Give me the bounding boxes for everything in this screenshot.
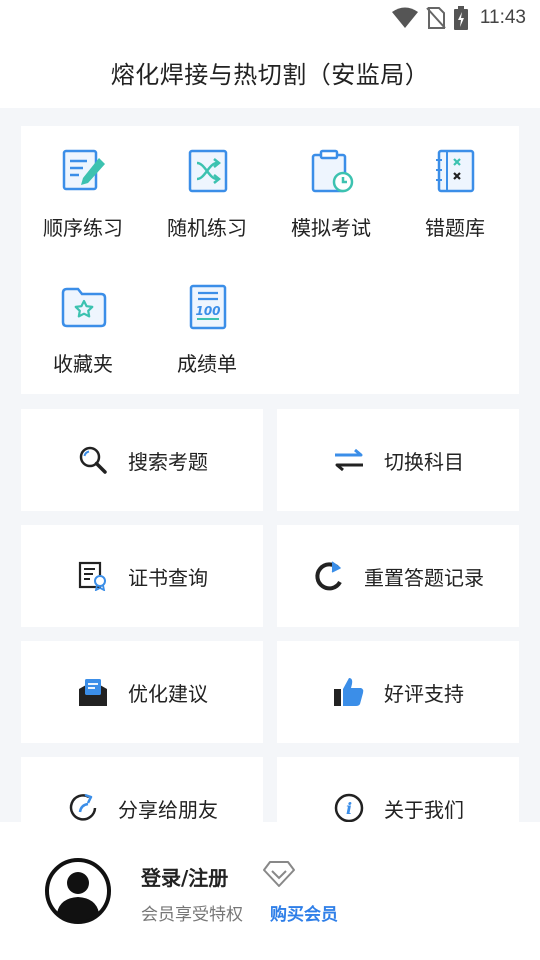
status-icons: 11:43 (391, 6, 526, 30)
certificate-query-button[interactable]: 证书查询 (21, 525, 263, 627)
wifi-icon (391, 7, 418, 28)
rate-support-button[interactable]: 好评支持 (277, 641, 519, 743)
grid-item-label: 收藏夹 (53, 352, 113, 376)
practice-grid: 顺序练习 随机练习 模拟考试 错题库 收藏夹 100 成绩单 (21, 126, 519, 394)
tile-label: 优化建议 (128, 681, 208, 706)
wrong-notebook-icon (436, 149, 475, 193)
switch-subject-button[interactable]: 切换科目 (277, 409, 519, 511)
grid-item-wrong-questions[interactable]: 错题库 (393, 126, 517, 246)
feedback-mail-icon (76, 675, 110, 709)
tile-label: 分享给朋友 (118, 797, 218, 822)
tile-label: 搜索考题 (128, 449, 208, 474)
grid-item-score-sheet[interactable]: 100 成绩单 (145, 262, 269, 382)
svg-text:i: i (346, 799, 352, 818)
star-folder-icon (61, 287, 107, 328)
grid-item-favorites[interactable]: 收藏夹 (21, 262, 145, 382)
battery-charging-icon (453, 6, 468, 30)
diamond-icon (263, 861, 295, 887)
share-refresh-icon (66, 791, 100, 825)
avatar-icon[interactable] (44, 857, 112, 925)
reset-icon (312, 559, 346, 593)
grid-item-label: 成绩单 (177, 352, 237, 376)
thumbs-up-icon (332, 675, 366, 709)
grid-item-label: 错题库 (425, 216, 485, 240)
reset-records-button[interactable]: 重置答题记录 (277, 525, 519, 627)
suggestions-button[interactable]: 优化建议 (21, 641, 263, 743)
info-icon: i (332, 791, 366, 825)
grid-item-label: 顺序练习 (43, 216, 123, 240)
member-privilege-text: 会员享受特权 (141, 905, 243, 925)
tile-label: 证书查询 (128, 565, 208, 590)
switch-arrows-icon (332, 443, 366, 477)
clipboard-clock-icon (311, 149, 354, 193)
tile-label: 好评支持 (384, 681, 464, 706)
grid-item-sequential-practice[interactable]: 顺序练习 (21, 126, 145, 246)
grid-item-mock-exam[interactable]: 模拟考试 (269, 126, 393, 246)
tile-label: 关于我们 (384, 797, 464, 822)
score-sheet-icon: 100 (189, 284, 227, 330)
status-time: 11:43 (479, 7, 526, 28)
login-register-link[interactable]: 登录/注册 (141, 862, 228, 891)
page-title: 熔化焊接与热切割（安监局） (110, 60, 430, 89)
no-sim-icon (426, 7, 446, 29)
profile-bar: 登录/注册 会员享受特权 购买会员 (0, 822, 540, 960)
status-bar: 11:43 (0, 0, 540, 36)
svg-text:100: 100 (195, 304, 220, 318)
buy-membership-link[interactable]: 购买会员 (270, 900, 338, 925)
app-bar: 熔化焊接与热切割（安监局） (0, 36, 540, 108)
search-questions-button[interactable]: 搜索考题 (21, 409, 263, 511)
certificate-icon (76, 559, 110, 593)
grid-item-label: 随机练习 (167, 216, 247, 240)
grid-item-label: 模拟考试 (291, 216, 371, 240)
edit-document-icon (62, 149, 105, 191)
shuffle-icon (188, 149, 228, 193)
search-icon (76, 443, 110, 477)
tile-label: 切换科目 (384, 449, 464, 474)
tile-label: 重置答题记录 (364, 565, 484, 590)
grid-item-random-practice[interactable]: 随机练习 (145, 126, 269, 246)
